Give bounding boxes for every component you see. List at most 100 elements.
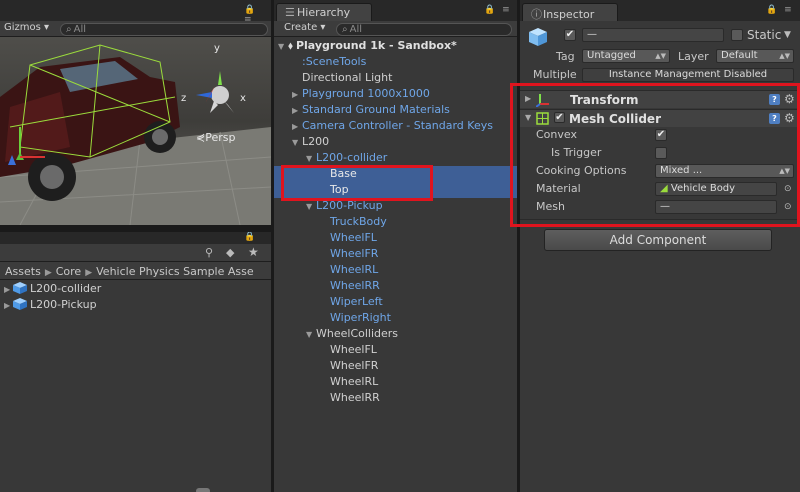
- hierarchy-item-truckbody[interactable]: TruckBody: [274, 214, 517, 230]
- mesh-collider-icon: [536, 112, 549, 125]
- mesh-collider-enabled-checkbox[interactable]: ✔: [554, 112, 565, 123]
- hierarchy-search-input[interactable]: ⌕ All: [336, 23, 512, 36]
- expanded-arrow-icon[interactable]: ▼: [292, 135, 302, 151]
- hierarchy-item-l200-collider[interactable]: ▼ L200-collider: [274, 150, 517, 166]
- hierarchy-item-camera-controller-standard-keys[interactable]: ▶ Camera Controller - Standard Keys: [274, 118, 517, 134]
- hierarchy-item-base[interactable]: Base: [274, 166, 517, 182]
- add-component-button[interactable]: Add Component: [544, 229, 772, 251]
- transform-component-header[interactable]: ▶ Transform ? ⚙: [520, 90, 800, 108]
- object-picker-icon[interactable]: ⊙: [784, 184, 792, 194]
- material-label: Material: [536, 182, 581, 195]
- tab-hierarchy[interactable]: ☰ Hierarchy: [276, 3, 372, 21]
- hierarchy-item-standard-ground-materials[interactable]: ▶ Standard Ground Materials: [274, 102, 517, 118]
- checkmark-icon: ✔: [555, 112, 564, 123]
- collapsed-arrow-icon[interactable]: ▶: [292, 103, 302, 119]
- favorites-star-icon[interactable]: ★: [248, 245, 259, 259]
- tab-inspector[interactable]: ⓘInspector: [522, 3, 618, 21]
- gear-icon[interactable]: ⚙: [784, 111, 795, 125]
- breadcrumb-core[interactable]: Core: [56, 265, 81, 278]
- project-item-l200-pickup[interactable]: ▶ L200-Pickup: [4, 298, 97, 314]
- tag-dropdown[interactable]: Untagged ▲▼: [582, 49, 670, 63]
- object-picker-icon[interactable]: ⊙: [784, 202, 792, 212]
- project-panel: 🔒 ≡ ⚲ ◆ ★ Assets ▶ Core ▶ Vehicle Physics Sa…: [0, 232, 271, 492]
- hierarchy-panel: ☰ Hierarchy 🔒 ≡ Create ▾ ⌕ All ▼ ⬧ Playgroun…: [274, 0, 517, 492]
- hierarchy-item-label: WheelColliders: [316, 327, 399, 340]
- breadcrumb-vehicle-physics[interactable]: Vehicle Physics Sample Asse: [96, 265, 254, 278]
- hierarchy-item-l200[interactable]: ▼ L200: [274, 134, 517, 150]
- active-checkbox[interactable]: ✔: [564, 29, 576, 41]
- hierarchy-item-wiperright[interactable]: WiperRight: [274, 310, 517, 326]
- multiple-value-field: Instance Management Disabled: [582, 68, 794, 82]
- help-icon[interactable]: ?: [769, 113, 780, 124]
- checkmark-icon: ✔: [565, 29, 575, 40]
- mesh-collider-component-header[interactable]: ▼ ✔ Mesh Collider ? ⚙: [520, 109, 800, 127]
- hierarchy-list-icon: ☰: [285, 6, 295, 19]
- hierarchy-item-wiperleft[interactable]: WiperLeft: [274, 294, 517, 310]
- gizmos-dropdown[interactable]: Gizmos ▾: [0, 22, 53, 36]
- help-icon[interactable]: ?: [769, 94, 780, 105]
- scene-project-splitter[interactable]: [0, 225, 271, 232]
- is-trigger-checkbox[interactable]: [655, 147, 667, 159]
- material-field[interactable]: ◢ Vehicle Body: [655, 182, 777, 196]
- hierarchy-item-wheelfr[interactable]: WheelFR: [274, 246, 517, 262]
- scene-root-row[interactable]: ▼ ⬧ Playground 1k - Sandbox*: [274, 38, 517, 54]
- hierarchy-item-l200-pickup[interactable]: ▼ L200-Pickup: [274, 198, 517, 214]
- expand-arrow-icon[interactable]: ▶: [4, 285, 13, 294]
- layer-dropdown[interactable]: Default ▲▼: [716, 49, 794, 63]
- hierarchy-lock-menu-icon[interactable]: 🔒 ≡: [484, 5, 512, 15]
- filter-by-type-icon[interactable]: ⚲: [205, 246, 213, 259]
- multiple-label: Multiple: [533, 68, 577, 81]
- hierarchy-item-wheelrl[interactable]: WheelRL: [274, 374, 517, 390]
- mesh-field[interactable]: —: [655, 200, 777, 214]
- hierarchy-item-directional-light[interactable]: Directional Light: [274, 70, 517, 86]
- collapsed-arrow-icon[interactable]: ▶: [292, 87, 302, 103]
- axis-label-z: z: [181, 93, 187, 104]
- hierarchy-item-wheelrr[interactable]: WheelRR: [274, 278, 517, 294]
- static-dropdown-arrow-icon[interactable]: ▼: [784, 30, 791, 40]
- cooking-options-dropdown[interactable]: Mixed ... ▲▼: [655, 164, 794, 178]
- inspector-panel: ⓘInspector 🔒 ≡ ✔ — Static ▼ Tag Untagged…: [520, 0, 800, 492]
- hierarchy-item-top[interactable]: Top: [274, 182, 517, 198]
- filter-by-label-icon[interactable]: ◆: [226, 246, 234, 259]
- hierarchy-item-wheelrl[interactable]: WheelRL: [274, 262, 517, 278]
- hierarchy-item-wheelfr[interactable]: WheelFR: [274, 358, 517, 374]
- hierarchy-item-label: :SceneTools: [302, 55, 367, 68]
- static-checkbox[interactable]: [731, 29, 743, 41]
- hierarchy-item-wheelfl[interactable]: WheelFL: [274, 230, 517, 246]
- breadcrumb-assets[interactable]: Assets: [5, 265, 41, 278]
- gear-icon[interactable]: ⚙: [784, 92, 795, 106]
- zoom-slider[interactable]: [196, 488, 210, 492]
- project-tabbar: 🔒 ≡: [0, 232, 271, 252]
- hierarchy-item-scenetools[interactable]: :SceneTools: [274, 54, 517, 70]
- hierarchy-item-label: L200: [302, 135, 330, 148]
- project-item-l200-collider[interactable]: ▶ L200-collider: [4, 282, 101, 298]
- hierarchy-item-wheelcolliders[interactable]: ▼ WheelColliders: [274, 326, 517, 342]
- collapsed-arrow-icon[interactable]: ▶: [292, 119, 302, 135]
- hierarchy-item-wheelfl[interactable]: WheelFL: [274, 342, 517, 358]
- hierarchy-item-label: WiperRight: [330, 311, 391, 324]
- axis-label-x: x: [240, 93, 246, 104]
- scene-search-input[interactable]: ⌕ All: [60, 23, 268, 36]
- is-trigger-label: Is Trigger: [551, 146, 602, 159]
- hierarchy-item-label: L200-Pickup: [316, 199, 383, 212]
- scene-view-panel: 🔒 ≡ Gizmos ▾ ⌕ All y z x ⋞Persp: [0, 0, 271, 225]
- hierarchy-item-wheelrr[interactable]: WheelRR: [274, 390, 517, 406]
- hierarchy-item-playground-1000x1000[interactable]: ▶ Playground 1000x1000: [274, 86, 517, 102]
- create-dropdown[interactable]: Create ▾: [280, 22, 329, 36]
- expanded-arrow-icon[interactable]: ▼: [306, 151, 316, 167]
- hierarchy-item-label: Playground 1000x1000: [302, 87, 430, 100]
- scene-viewport[interactable]: y z x ⋞Persp: [0, 37, 271, 225]
- collapsed-arrow-icon[interactable]: ▶: [525, 94, 531, 103]
- expanded-arrow-icon[interactable]: ▼: [525, 113, 531, 122]
- convex-checkbox[interactable]: ✔: [655, 129, 667, 141]
- checkmark-icon: ✔: [656, 129, 666, 140]
- tag-label: Tag: [556, 50, 575, 63]
- expanded-arrow-icon[interactable]: ▼: [306, 199, 316, 215]
- expand-arrow-icon[interactable]: ▼: [278, 39, 288, 55]
- search-icon: ⌕: [66, 24, 72, 35]
- persp-label[interactable]: ⋞Persp: [196, 131, 235, 144]
- inspector-lock-menu-icon[interactable]: 🔒 ≡: [766, 5, 794, 15]
- expanded-arrow-icon[interactable]: ▼: [306, 327, 316, 343]
- expand-arrow-icon[interactable]: ▶: [4, 301, 13, 310]
- gameobject-name-field[interactable]: —: [582, 28, 724, 42]
